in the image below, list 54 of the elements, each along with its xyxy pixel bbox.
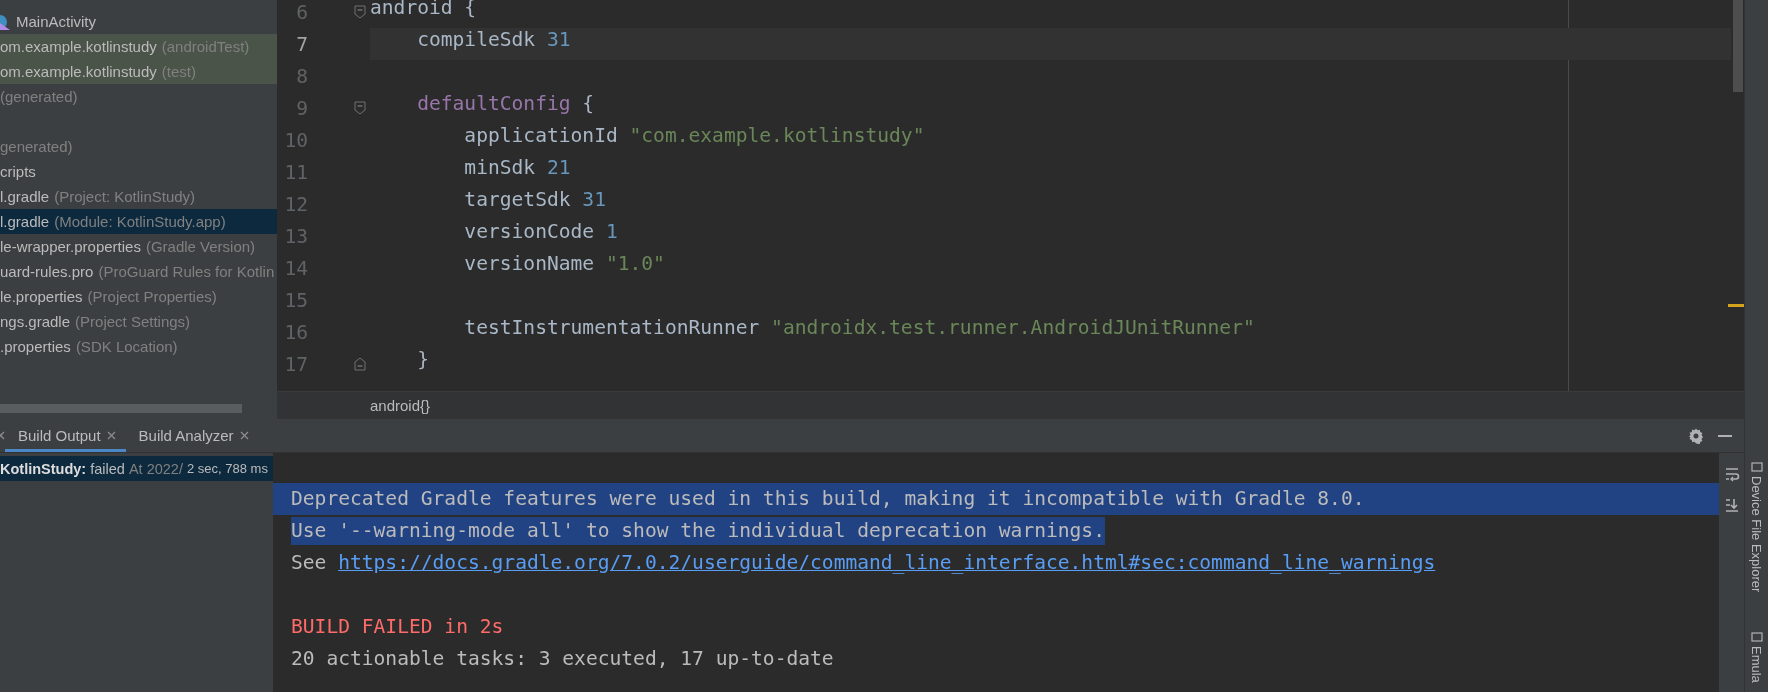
tool-window-tab[interactable]: Emula — [1749, 646, 1764, 684]
line-number: 6 — [295, 0, 309, 24]
tree-item[interactable]: cripts — [0, 159, 277, 184]
close-icon[interactable] — [106, 431, 116, 440]
tree-item[interactable]: uard-rules.pro (ProGuard Rules for Kotlin — [0, 259, 277, 284]
line-number: 17 — [283, 352, 309, 376]
tree-item[interactable]: le-wrapper.properties (Gradle Version) — [0, 234, 277, 259]
line-number: 12 — [283, 192, 309, 216]
line-number: 9 — [295, 96, 309, 120]
code-line: applicationId "com.example.kotlinstudy" — [463, 124, 926, 149]
console-line: See https://docs.gradle.org/7.0.2/userguide/command_line_interface.html#sec:command_line_warnings — [291, 550, 1436, 576]
code-line: minSdk 21 — [463, 156, 572, 181]
tree-item[interactable]: .properties (SDK Location) — [0, 334, 277, 359]
line-number: 8 — [295, 64, 309, 88]
warning-marker[interactable] — [1728, 304, 1744, 307]
class-icon — [0, 13, 11, 30]
build-result-item[interactable]: KotlinStudy: failed At 2022/ 2 sec, 788 ms — [0, 456, 273, 481]
fold-icon[interactable] — [354, 101, 366, 115]
tree-item[interactable]: om.example.kotlinstudy (androidTest) — [0, 34, 277, 59]
breadcrumb[interactable]: android{} — [370, 397, 431, 415]
tree-item[interactable]: l.gradle (Module: KotlinStudy.app) — [0, 209, 277, 234]
line-number: 10 — [283, 128, 309, 152]
line-number: 7 — [295, 32, 309, 56]
scroll-to-end-icon[interactable] — [1723, 497, 1740, 513]
code-line: defaultConfig { — [416, 92, 596, 117]
code-line: versionName "1.0" — [463, 252, 666, 277]
console-line: 20 actionable tasks: 3 executed, 17 up-to-date — [291, 646, 834, 672]
soft-wrap-icon[interactable] — [1723, 467, 1740, 483]
scrollbar[interactable] — [0, 404, 242, 413]
code-line: testInstrumentationRunner "androidx.test.runner.AndroidJUnitRunner" — [463, 316, 1256, 341]
panel-tab[interactable]: Build Analyzer — [125, 419, 259, 452]
line-number: 14 — [283, 256, 309, 280]
code-line: android { — [370, 0, 478, 21]
console-line: BUILD FAILED in 2s — [291, 614, 504, 640]
fold-icon[interactable] — [354, 357, 366, 371]
tree-item[interactable]: l.gradle (Project: KotlinStudy) — [0, 184, 277, 209]
fold-icon[interactable] — [354, 5, 366, 19]
code-line: } — [416, 348, 430, 373]
tree-item[interactable]: om.example.kotlinstudy (test) — [0, 59, 277, 84]
tree-item[interactable]: MainActivity — [0, 9, 277, 34]
line-number: 15 — [283, 288, 309, 312]
tool-window-tab[interactable]: Device File Explorer — [1749, 476, 1764, 593]
tree-item[interactable]: le.properties (Project Properties) — [0, 284, 277, 309]
line-number: 11 — [283, 160, 309, 184]
line-number: 13 — [283, 224, 309, 248]
device-icon — [1750, 462, 1763, 472]
settings-icon[interactable] — [1688, 427, 1704, 444]
close-icon[interactable] — [239, 431, 249, 440]
line-number: 16 — [283, 320, 309, 344]
scrollbar-thumb[interactable] — [1733, 0, 1743, 92]
device-icon — [1750, 632, 1763, 643]
code-line: targetSdk 31 — [463, 188, 607, 213]
tree-item[interactable]: ngs.gradle (Project Settings) — [0, 309, 277, 334]
code-line: versionCode 1 — [463, 220, 619, 245]
